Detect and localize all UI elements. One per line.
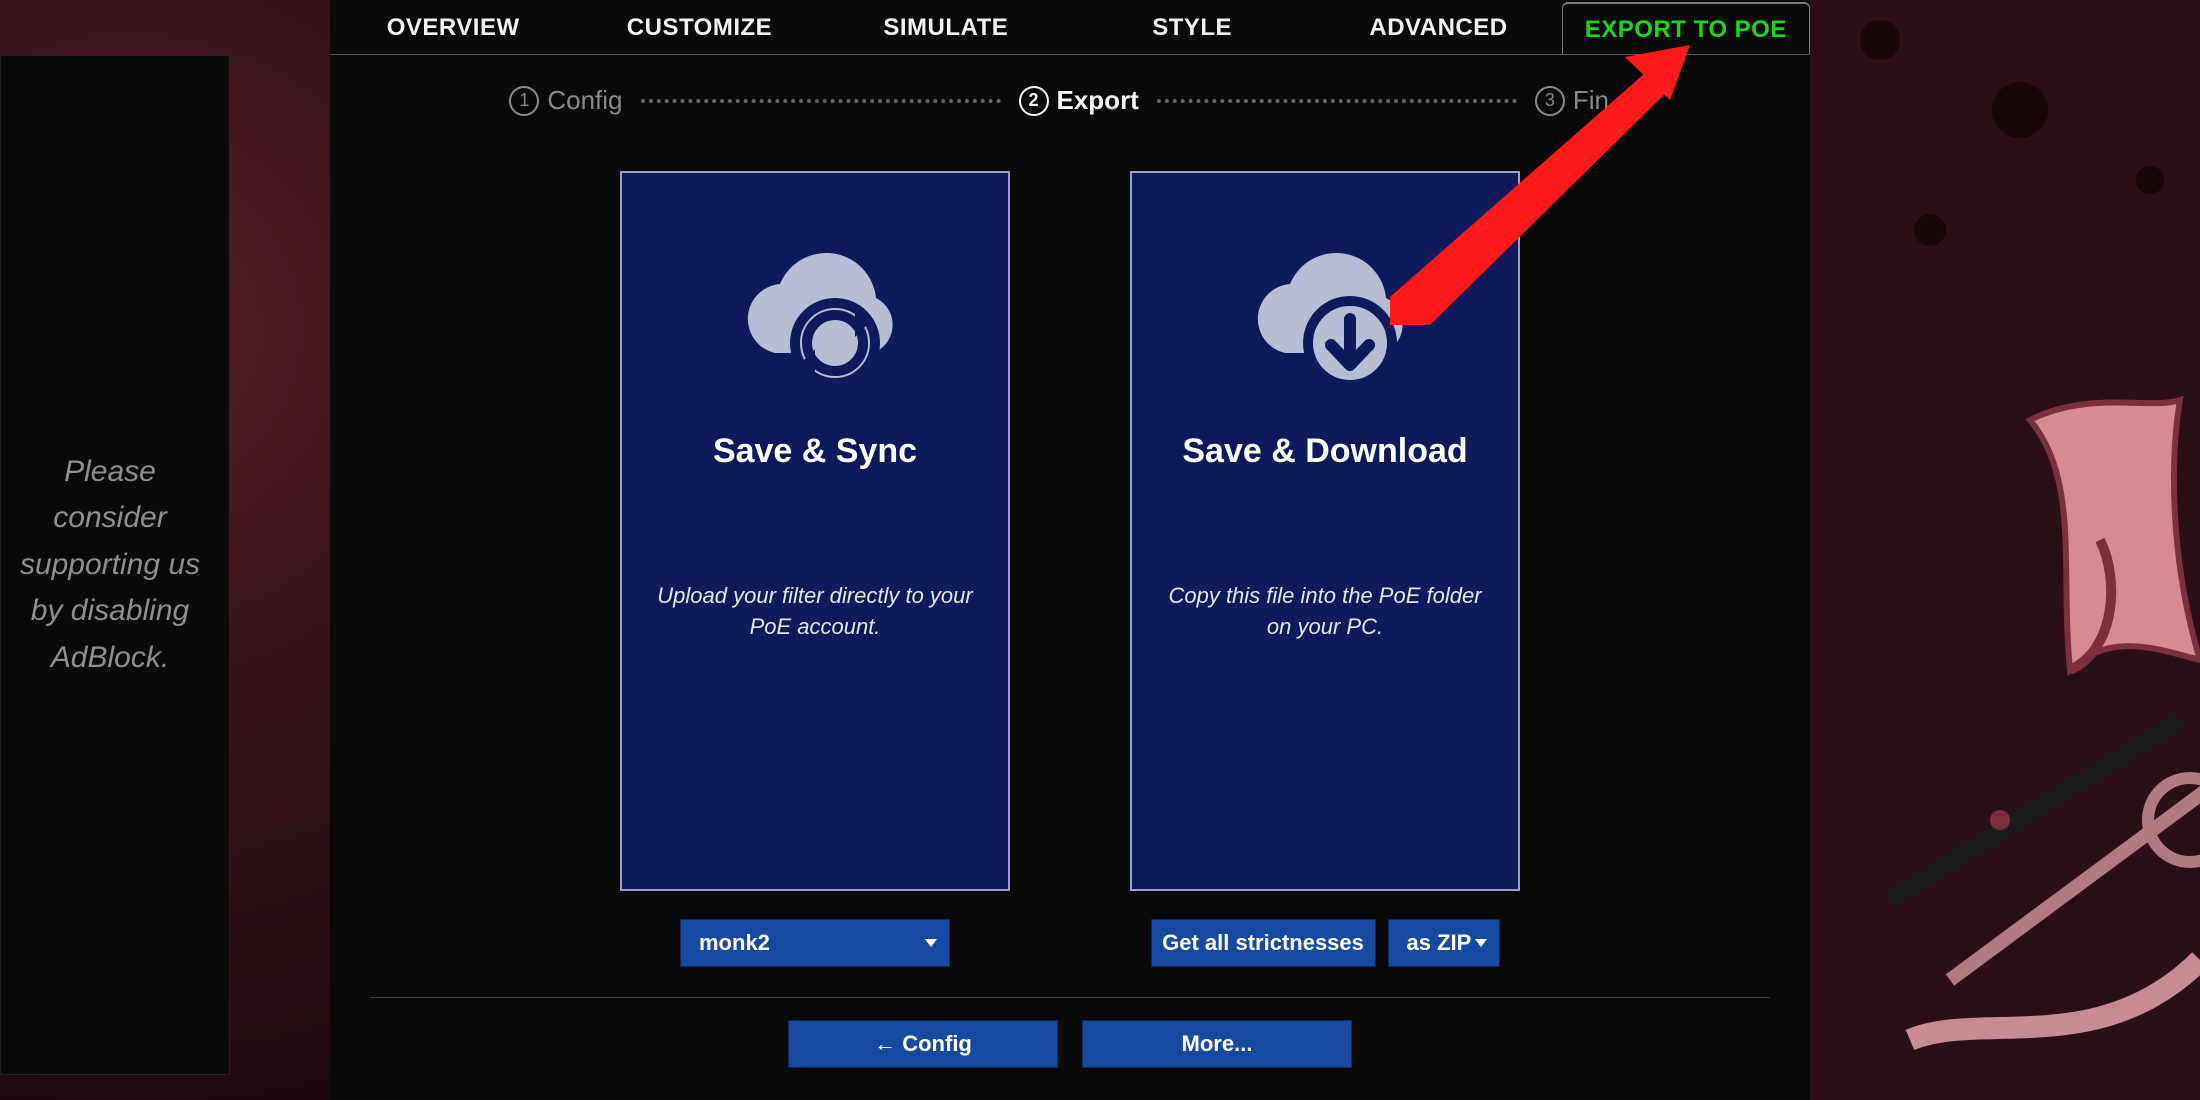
- tab-advanced[interactable]: ADVANCED: [1315, 2, 1561, 52]
- tab-overview[interactable]: OVERVIEW: [330, 2, 576, 52]
- card-description: Upload your filter directly to your PoE …: [652, 581, 978, 643]
- sync-controls: monk2: [620, 919, 1010, 967]
- divider: [370, 997, 1770, 998]
- cloud-download-icon: [1225, 243, 1425, 408]
- preset-select[interactable]: monk2: [680, 919, 950, 967]
- format-select[interactable]: as ZIP: [1388, 919, 1500, 967]
- step-config[interactable]: 1 Config: [509, 85, 622, 116]
- back-button[interactable]: ← Config: [788, 1020, 1058, 1068]
- card-controls: monk2 Get all strictnesses as ZIP: [330, 919, 1810, 967]
- tab-simulate[interactable]: SIMULATE: [823, 2, 1069, 52]
- step-finish[interactable]: 3 Fin...: [1535, 85, 1631, 116]
- format-select-value: as ZIP: [1407, 930, 1472, 956]
- main-panel: OVERVIEW CUSTOMIZE SIMULATE STYLE ADVANC…: [330, 0, 1810, 1100]
- tab-export[interactable]: EXPORT TO POE: [1562, 2, 1810, 54]
- tab-style[interactable]: STYLE: [1069, 2, 1315, 52]
- adblock-notice-panel: Please consider supporting us by disabli…: [0, 55, 230, 1075]
- step-number: 1: [509, 86, 539, 116]
- step-divider: [641, 99, 1001, 103]
- strictness-button-label: Get all strictnesses: [1162, 930, 1364, 956]
- chevron-down-icon: [925, 939, 937, 947]
- download-controls: Get all strictnesses as ZIP: [1130, 919, 1520, 967]
- preset-select-value: monk2: [699, 930, 770, 956]
- wizard-nav: ← Config More...: [330, 1020, 1810, 1068]
- cloud-sync-icon: [715, 243, 915, 408]
- tab-bar: OVERVIEW CUSTOMIZE SIMULATE STYLE ADVANC…: [330, 0, 1810, 55]
- step-export[interactable]: 2 Export: [1019, 85, 1139, 116]
- background-right: [1810, 0, 2200, 1100]
- card-save-download[interactable]: Save & Download Copy this file into the …: [1130, 171, 1520, 891]
- tab-customize[interactable]: CUSTOMIZE: [576, 2, 822, 52]
- step-label: Export: [1057, 85, 1139, 116]
- card-title: Save & Download: [1162, 432, 1488, 471]
- background-art: [1810, 0, 2200, 1100]
- chevron-down-icon: [1475, 939, 1487, 947]
- step-label: Config: [547, 85, 622, 116]
- step-number: 3: [1535, 86, 1565, 116]
- strictness-button[interactable]: Get all strictnesses: [1151, 919, 1376, 967]
- card-save-sync[interactable]: Save & Sync Upload your filter directly …: [620, 171, 1010, 891]
- wizard-steps: 1 Config 2 Export 3 Fin...: [330, 85, 1810, 116]
- card-title: Save & Sync: [652, 432, 978, 471]
- adblock-notice-text: Please consider supporting us by disabli…: [5, 449, 215, 682]
- step-label: Fin...: [1573, 85, 1631, 116]
- card-description: Copy this file into the PoE folder on yo…: [1162, 581, 1488, 643]
- step-divider: [1157, 99, 1517, 103]
- export-cards: Save & Sync Upload your filter directly …: [330, 171, 1810, 891]
- more-button[interactable]: More...: [1082, 1020, 1352, 1068]
- step-number: 2: [1019, 86, 1049, 116]
